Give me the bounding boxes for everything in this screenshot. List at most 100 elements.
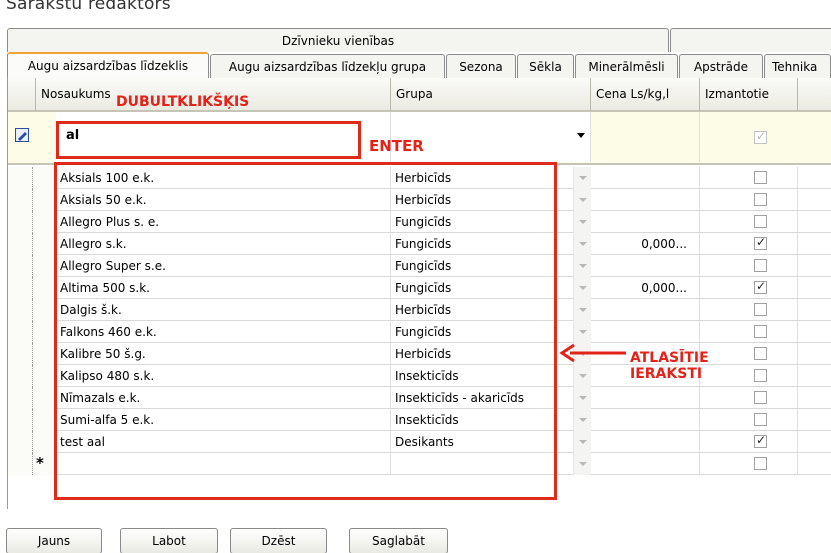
filler-cell — [798, 233, 831, 255]
price-cell[interactable] — [591, 189, 700, 211]
chevron-down-icon[interactable] — [573, 321, 591, 343]
price-cell[interactable] — [591, 167, 700, 189]
filler-cell — [798, 453, 831, 475]
tab-mineralmesli[interactable]: Minerālmēsli — [575, 54, 678, 78]
chevron-down-icon[interactable] — [573, 211, 591, 233]
chevron-down-icon[interactable] — [573, 255, 591, 277]
row-selector[interactable] — [8, 211, 55, 233]
chevron-down-icon[interactable] — [573, 365, 591, 387]
price-cell[interactable] — [591, 255, 700, 277]
row-selector[interactable] — [8, 321, 55, 343]
chevron-down-icon[interactable] — [573, 453, 591, 475]
annotation-arrow-icon — [559, 343, 626, 363]
price-cell[interactable] — [591, 321, 700, 343]
column-header-grupa[interactable]: Grupa — [391, 78, 591, 112]
price-cell[interactable] — [591, 431, 700, 453]
used-checkbox[interactable] — [754, 391, 767, 404]
used-cell[interactable] — [700, 431, 798, 453]
tab-blank[interactable] — [670, 28, 831, 52]
price-cell[interactable] — [591, 409, 700, 431]
chevron-down-icon[interactable] — [573, 431, 591, 453]
chevron-down-icon[interactable] — [573, 233, 591, 255]
price-cell[interactable] — [591, 453, 700, 475]
row-selector[interactable]: * — [8, 453, 55, 475]
used-checkbox[interactable] — [754, 171, 767, 184]
used-cell[interactable] — [700, 343, 798, 365]
tab-augu-aizsardzibas-lidzeklis[interactable]: Augu aizsardzības līdzeklis — [7, 52, 209, 78]
used-cell[interactable] — [700, 255, 798, 277]
used-cell[interactable] — [700, 321, 798, 343]
row-selector[interactable] — [8, 233, 55, 255]
used-cell[interactable] — [700, 167, 798, 189]
filler-cell — [798, 409, 831, 431]
row-selector[interactable] — [8, 387, 55, 409]
chevron-down-icon[interactable] — [577, 133, 585, 138]
chevron-down-icon[interactable] — [573, 277, 591, 299]
used-checkbox[interactable] — [754, 433, 767, 448]
row-selector[interactable] — [8, 189, 55, 211]
tab-lidzeklu-grupa[interactable]: Augu aizsardzības līdzekļu grupa — [210, 54, 445, 78]
tab-tehnika[interactable]: Tehnika — [764, 54, 831, 78]
chevron-down-icon[interactable] — [573, 167, 591, 189]
price-edit-input[interactable] — [591, 112, 700, 162]
annotation-selected-records: ATLASĪTIE IERAKSTI — [630, 350, 709, 382]
tab-sekla[interactable]: Sēkla — [517, 54, 574, 78]
price-cell[interactable] — [591, 387, 700, 409]
used-checkbox[interactable] — [754, 325, 767, 338]
used-cell[interactable] — [700, 211, 798, 233]
save-button[interactable]: Saglabāt — [349, 528, 448, 553]
used-cell[interactable] — [700, 387, 798, 409]
used-cell[interactable] — [700, 189, 798, 211]
filler-cell — [798, 255, 831, 277]
used-cell[interactable] — [700, 453, 798, 475]
used-cell[interactable] — [700, 233, 798, 255]
used-cell[interactable] — [700, 299, 798, 321]
used-checkbox[interactable] — [754, 279, 767, 294]
used-checkbox[interactable] — [754, 369, 767, 382]
chevron-down-icon[interactable] — [573, 387, 591, 409]
used-checkbox[interactable] — [754, 215, 767, 228]
row-selector[interactable] — [8, 365, 55, 387]
chevron-down-icon[interactable] — [573, 189, 591, 211]
row-selector[interactable] — [8, 343, 55, 365]
new-button[interactable]: Jauns — [6, 528, 102, 553]
delete-button[interactable]: Dzēst — [230, 528, 327, 553]
price-cell[interactable]: 0,000... — [591, 233, 700, 255]
row-selector[interactable] — [8, 255, 55, 277]
tab-sezona[interactable]: Sezona — [446, 54, 516, 78]
tab-dzivnieku-vienibas[interactable]: Dzīvnieku vienības — [7, 28, 669, 52]
chevron-down-icon[interactable] — [573, 409, 591, 431]
used-checkbox[interactable] — [754, 235, 767, 250]
used-checkbox[interactable] — [754, 457, 767, 470]
used-checkbox[interactable] — [754, 259, 767, 272]
tab-label: Minerālmēsli — [588, 59, 665, 74]
filler-cell — [798, 387, 831, 409]
used-checkbox[interactable] — [754, 193, 767, 206]
column-header-label: Cena Ls/kg,l — [596, 87, 670, 101]
tab-label: Augu aizsardzības līdzekļu grupa — [228, 59, 427, 74]
filler-cell — [798, 365, 831, 387]
price-cell[interactable]: 0,000... — [591, 277, 700, 299]
list-editor-window: Sarakstu redaktors Dzīvnieku vienības Au… — [0, 0, 831, 553]
chevron-down-icon[interactable] — [573, 299, 591, 321]
row-selector[interactable] — [8, 277, 55, 299]
row-selector[interactable] — [8, 409, 55, 431]
row-selector[interactable] — [8, 431, 55, 453]
used-checkbox[interactable] — [754, 413, 767, 426]
edit-button[interactable]: Labot — [120, 528, 218, 553]
used-cell[interactable] — [700, 365, 798, 387]
tab-apstrade[interactable]: Apstrāde — [679, 54, 763, 78]
used-checkbox[interactable] — [754, 129, 767, 144]
used-checkbox[interactable] — [754, 303, 767, 316]
price-cell[interactable] — [591, 299, 700, 321]
used-checkbox[interactable] — [754, 347, 767, 360]
tab-label: Augu aizsardzības līdzeklis — [27, 59, 189, 73]
column-header-izmantotie[interactable]: Izmantotie — [700, 78, 798, 112]
new-row-asterisk-icon: * — [36, 454, 44, 472]
column-header-cena[interactable]: Cena Ls/kg,l — [591, 78, 700, 112]
used-cell[interactable] — [700, 277, 798, 299]
used-cell[interactable] — [700, 409, 798, 431]
row-selector[interactable] — [8, 299, 55, 321]
row-selector[interactable] — [8, 167, 55, 189]
price-cell[interactable] — [591, 211, 700, 233]
